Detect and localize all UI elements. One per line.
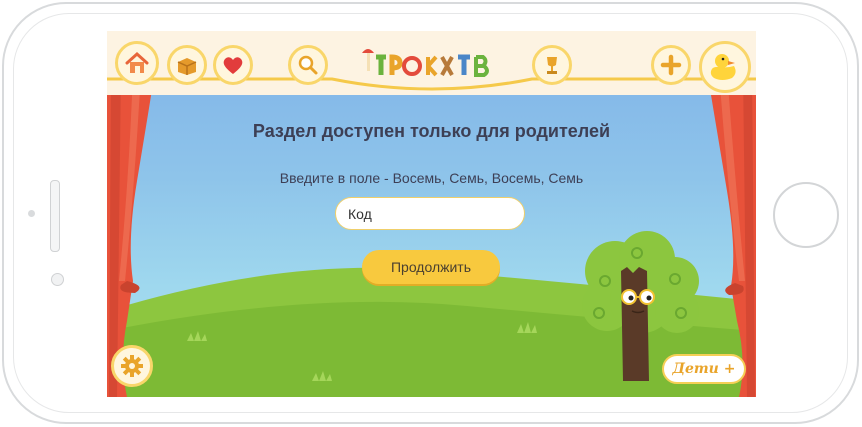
continue-button[interactable]: Продолжить: [362, 250, 500, 284]
proximity-sensor: [51, 273, 64, 286]
awards-button[interactable]: [532, 45, 572, 85]
favorites-button[interactable]: [213, 45, 253, 85]
app-screen: Раздел доступен только для родителей Вве…: [107, 31, 756, 397]
code-input[interactable]: [335, 197, 525, 230]
box-icon: [177, 58, 197, 75]
device-home-button[interactable]: [773, 182, 839, 248]
earpiece-speaker: [50, 180, 60, 252]
add-button[interactable]: [651, 45, 691, 85]
profile-button[interactable]: [699, 41, 751, 93]
app-logo: [362, 49, 489, 77]
home-button[interactable]: [115, 41, 159, 85]
search-button[interactable]: [288, 45, 328, 85]
kids-mode-button[interactable]: Дети +: [662, 354, 746, 384]
plus-icon: [660, 54, 682, 76]
trophy-icon: [547, 57, 557, 74]
page-title: Раздел доступен только для родителей: [252, 121, 611, 141]
search-icon: [298, 55, 318, 75]
gear-icon: [121, 355, 143, 377]
front-camera: [28, 210, 35, 217]
home-icon: [125, 51, 149, 73]
instruction-text: Введите в поле - Восемь, Семь, Восемь, С…: [279, 170, 584, 186]
collection-button[interactable]: [167, 45, 207, 85]
duck-icon: [710, 54, 736, 80]
settings-button[interactable]: [111, 345, 153, 387]
heart-icon: [223, 57, 243, 74]
